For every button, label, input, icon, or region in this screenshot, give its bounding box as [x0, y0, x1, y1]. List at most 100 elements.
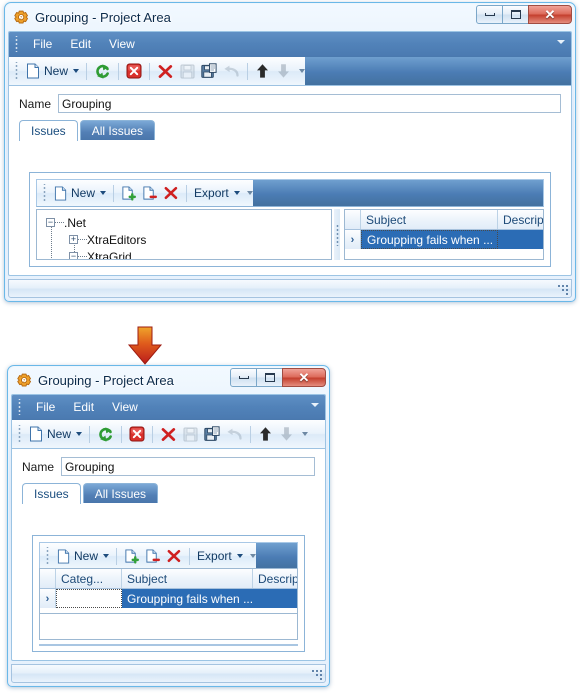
grid-column-category[interactable]: Categ... — [56, 569, 122, 588]
menu-overflow-icon[interactable] — [311, 403, 319, 407]
minimize-button[interactable] — [476, 5, 503, 24]
maximize-button[interactable] — [502, 5, 529, 24]
tree-expander-plus-icon[interactable]: + — [69, 235, 78, 244]
category-tree[interactable]: − .Net + XtraEditors − XtraGrid — [36, 209, 332, 260]
new-button[interactable]: New — [23, 60, 82, 82]
cell-subject[interactable]: Groupping fails when ... — [361, 230, 498, 249]
tab-all-issues[interactable]: All Issues — [82, 483, 159, 503]
grid-header-row[interactable]: Subject Description — [345, 210, 543, 230]
maximize-button[interactable] — [256, 368, 283, 387]
menu-item-edit[interactable]: Edit — [61, 35, 100, 53]
tree-node-net[interactable]: − .Net — [37, 214, 331, 231]
delete-issue-button[interactable] — [163, 545, 185, 567]
refresh-button[interactable] — [94, 423, 117, 445]
save-icon — [183, 427, 198, 441]
toolbar-grip-handle[interactable] — [44, 547, 51, 565]
cell-description[interactable] — [498, 230, 543, 249]
move-up-button[interactable] — [255, 423, 276, 445]
cell-description[interactable] — [253, 589, 297, 608]
new-dropdown-caret-icon[interactable] — [103, 554, 110, 558]
new-issue-button[interactable]: New — [51, 182, 109, 204]
minimize-button[interactable] — [230, 368, 257, 387]
delete-button[interactable] — [154, 60, 177, 82]
new-dropdown-caret-icon[interactable] — [100, 191, 107, 195]
menu-item-view[interactable]: View — [103, 398, 147, 416]
title-bar[interactable]: 7 Grouping - Project Area ✕ — [5, 3, 575, 31]
toolbar-grip-handle[interactable] — [16, 425, 23, 443]
project-area-window-after[interactable]: 7 Grouping - Project Area ✕ File Edit Vi… — [7, 365, 330, 687]
grid-column-subject[interactable]: Subject — [122, 569, 253, 588]
caption-buttons[interactable]: ✕ — [230, 368, 326, 387]
export-dropdown-caret-icon[interactable] — [233, 191, 240, 195]
stop-button[interactable] — [123, 60, 145, 82]
menu-overflow-icon[interactable] — [557, 40, 565, 44]
title-bar[interactable]: 7 Grouping - Project Area ✕ — [8, 366, 329, 394]
resize-grip-icon[interactable] — [557, 284, 568, 295]
tree-node-xtragrid[interactable]: − XtraGrid — [37, 248, 331, 259]
remove-item-button[interactable] — [139, 182, 160, 204]
menu-bar[interactable]: File Edit View — [9, 32, 571, 57]
tab-strip[interactable]: Issues All Issues — [9, 119, 571, 141]
menu-grip-handle[interactable] — [16, 399, 23, 415]
new-dropdown-caret-icon[interactable] — [73, 69, 80, 73]
tab-all-issues[interactable]: All Issues — [79, 120, 156, 140]
caption-buttons[interactable]: ✕ — [476, 5, 572, 24]
menu-grip-handle[interactable] — [13, 36, 20, 52]
save-as-button[interactable] — [198, 60, 220, 82]
toolbar-grip-handle[interactable] — [41, 184, 48, 202]
delete-issue-button[interactable] — [160, 182, 182, 204]
export-button[interactable]: Export — [191, 182, 243, 204]
main-toolbar[interactable]: New — [12, 420, 325, 449]
tab-strip[interactable]: Issues All Issues — [12, 482, 325, 504]
menu-bar[interactable]: File Edit View — [12, 395, 325, 420]
close-button[interactable]: ✕ — [282, 368, 326, 387]
tree-expander-minus-icon[interactable]: − — [69, 252, 78, 259]
add-item-button[interactable] — [121, 545, 142, 567]
delete-icon — [164, 186, 178, 200]
move-up-button[interactable] — [252, 60, 273, 82]
issues-toolbar[interactable]: New Export — [39, 542, 298, 570]
new-button[interactable]: New — [26, 423, 85, 445]
issues-grid[interactable]: Subject Description › Groupping fails wh… — [344, 209, 544, 260]
table-row[interactable]: › Groupping fails when ... — [40, 589, 297, 608]
resize-grip-icon[interactable] — [311, 669, 322, 680]
menu-item-edit[interactable]: Edit — [64, 398, 103, 416]
menu-item-file[interactable]: File — [27, 398, 64, 416]
grid-column-description[interactable]: Description — [253, 569, 297, 588]
project-area-window-before[interactable]: 7 Grouping - Project Area ✕ File Edit Vi… — [4, 2, 576, 302]
name-input[interactable] — [61, 457, 315, 476]
tree-node-xtraeditors[interactable]: + XtraEditors — [37, 231, 331, 248]
issues-toolbar[interactable]: New Export — [36, 179, 544, 207]
main-toolbar[interactable]: New — [9, 57, 571, 86]
export-dropdown-caret-icon[interactable] — [236, 554, 243, 558]
menu-item-file[interactable]: File — [24, 35, 61, 53]
cell-subject[interactable]: Groupping fails when ... — [122, 589, 253, 608]
save-as-icon — [201, 63, 217, 78]
add-item-button[interactable] — [118, 182, 139, 204]
add-item-icon — [125, 548, 140, 564]
close-button[interactable]: ✕ — [528, 5, 572, 24]
new-dropdown-caret-icon[interactable] — [76, 432, 83, 436]
tab-issues[interactable]: Issues — [22, 483, 81, 504]
grid-column-description[interactable]: Description — [498, 210, 543, 229]
save-as-button[interactable] — [201, 423, 223, 445]
name-input[interactable] — [58, 94, 561, 113]
toolbar-grip-handle[interactable] — [13, 62, 20, 80]
refresh-button[interactable] — [91, 60, 114, 82]
new-issue-button[interactable]: New — [54, 545, 112, 567]
export-button[interactable]: Export — [194, 545, 246, 567]
remove-item-button[interactable] — [142, 545, 163, 567]
table-row[interactable]: › Groupping fails when ... — [345, 230, 543, 249]
tree-expander-minus-icon[interactable]: − — [46, 218, 55, 227]
tab-issues[interactable]: Issues — [19, 120, 78, 141]
delete-button[interactable] — [157, 423, 180, 445]
grid-header-row[interactable]: Categ... Subject Description — [40, 569, 297, 589]
grid-column-subject[interactable]: Subject — [361, 210, 498, 229]
issues-grid[interactable]: Categ... Subject Description › Groupping… — [39, 568, 298, 614]
panel-splitter[interactable] — [334, 209, 340, 260]
cell-category[interactable] — [56, 589, 122, 608]
toolbar-overflow-caret-icon[interactable] — [302, 432, 309, 436]
stop-button[interactable] — [126, 423, 148, 445]
close-icon: ✕ — [544, 7, 556, 22]
menu-item-view[interactable]: View — [100, 35, 144, 53]
